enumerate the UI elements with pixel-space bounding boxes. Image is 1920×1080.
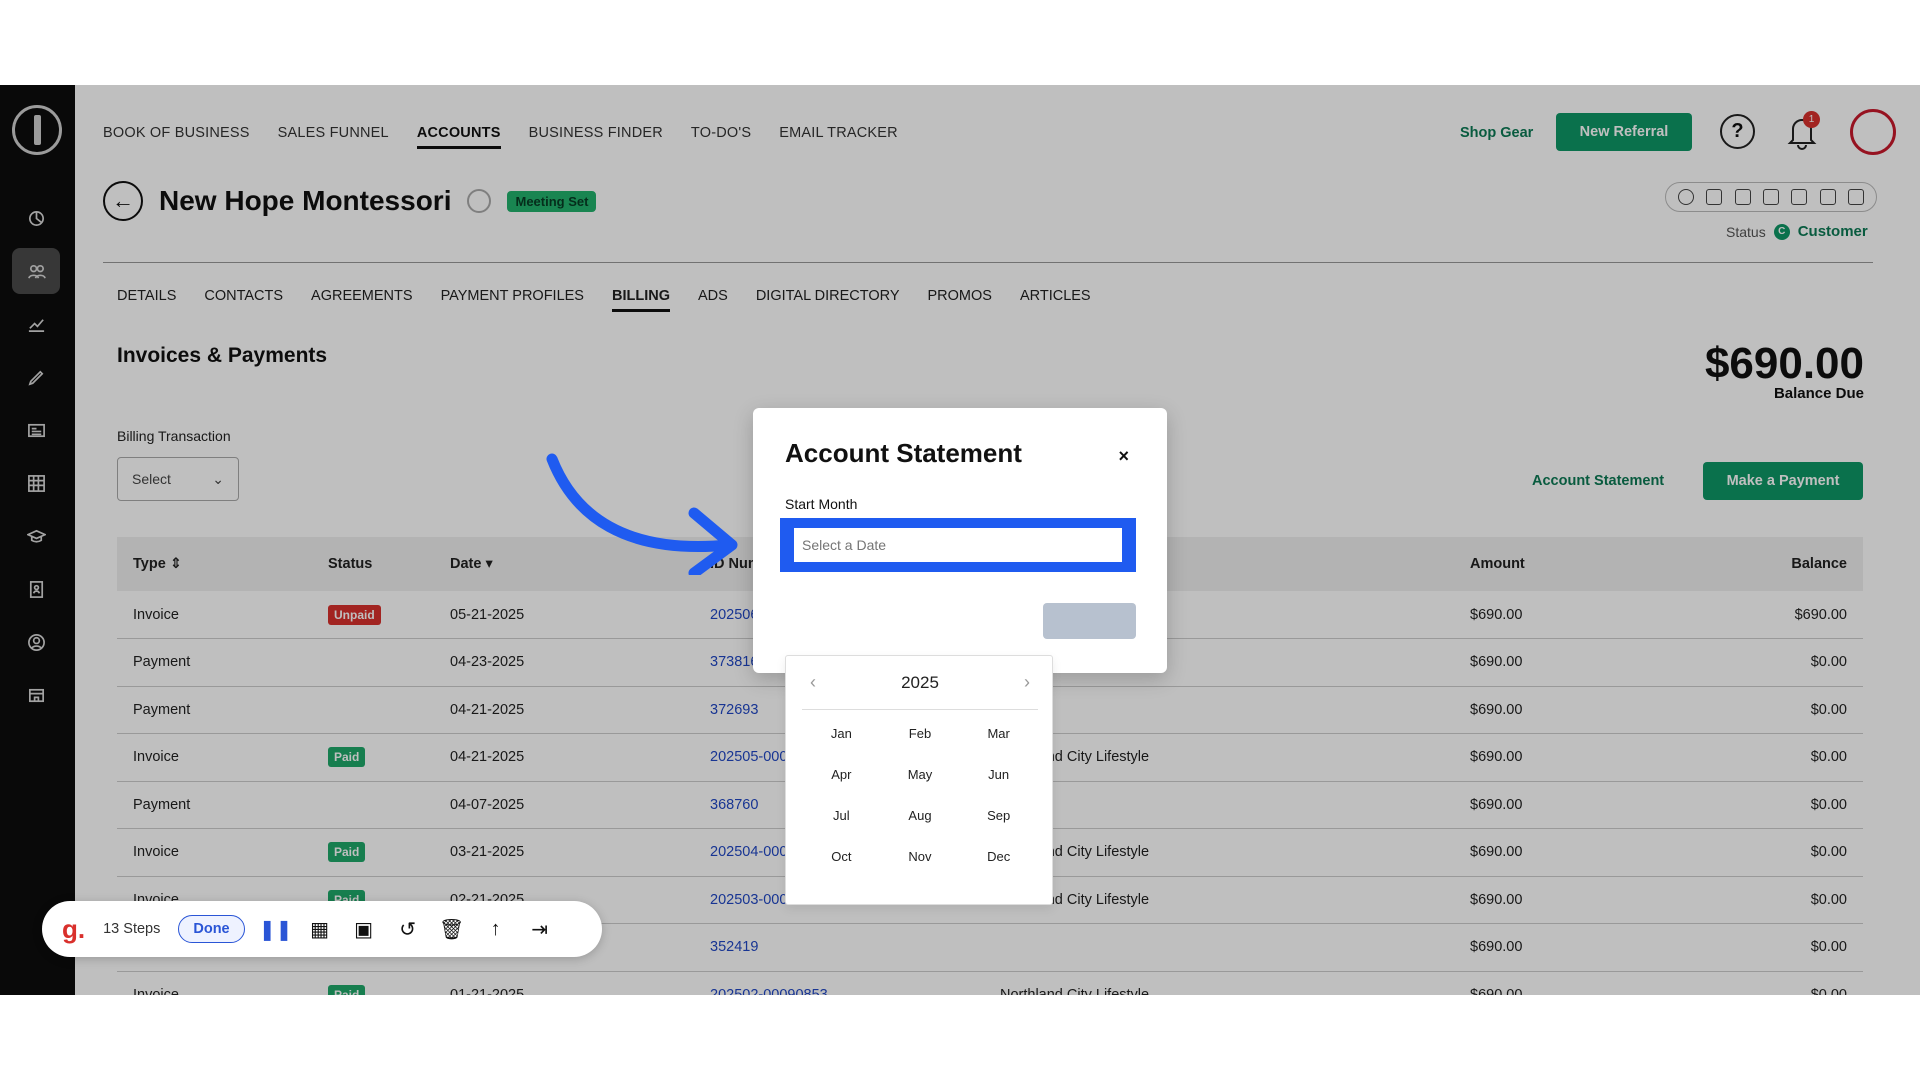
chevron-right-icon[interactable]: › bbox=[1016, 672, 1038, 693]
month-dec[interactable]: Dec bbox=[959, 849, 1038, 870]
close-icon[interactable]: × bbox=[1118, 446, 1129, 467]
month-mar[interactable]: Mar bbox=[959, 726, 1038, 747]
recorder-toolbar: g. 13 Steps Done ❚❚ ▦ ▣ ↺ 🗑 ↑ ⇥ bbox=[42, 901, 602, 957]
month-may[interactable]: May bbox=[881, 767, 960, 788]
app-frame: BOOK OF BUSINESS SALES FUNNEL ACCOUNTS B… bbox=[0, 85, 1920, 995]
tutorial-arrow-icon bbox=[546, 453, 738, 575]
upload-arrow-icon[interactable]: ↑ bbox=[483, 916, 509, 942]
month-picker: ‹ 2025 › Jan Feb Mar Apr May Jun Jul Aug… bbox=[785, 655, 1053, 905]
start-month-input[interactable] bbox=[794, 528, 1122, 562]
month-jun[interactable]: Jun bbox=[959, 767, 1038, 788]
skip-end-icon[interactable]: ⇥ bbox=[527, 916, 553, 942]
month-apr[interactable]: Apr bbox=[802, 767, 881, 788]
submit-button[interactable] bbox=[1043, 603, 1136, 639]
picker-year[interactable]: 2025 bbox=[901, 673, 939, 693]
month-picker-header: ‹ 2025 › bbox=[802, 656, 1038, 710]
recorder-logo: g. bbox=[62, 913, 86, 944]
month-jul[interactable]: Jul bbox=[802, 808, 881, 829]
modal-title: Account Statement bbox=[785, 438, 1022, 468]
undo-icon[interactable]: ↺ bbox=[395, 916, 421, 942]
pause-icon[interactable]: ❚❚ bbox=[259, 916, 293, 942]
month-aug[interactable]: Aug bbox=[881, 808, 960, 829]
month-nov[interactable]: Nov bbox=[881, 849, 960, 870]
month-oct[interactable]: Oct bbox=[802, 849, 881, 870]
start-month-label: Start Month bbox=[785, 496, 858, 512]
chevron-left-icon[interactable]: ‹ bbox=[802, 672, 824, 693]
image-icon[interactable]: ▣ bbox=[351, 916, 377, 942]
trash-icon[interactable]: 🗑 bbox=[439, 916, 465, 942]
blur-icon[interactable]: ▦ bbox=[307, 916, 333, 942]
month-jan[interactable]: Jan bbox=[802, 726, 881, 747]
account-statement-modal: Account Statement × Start Month bbox=[753, 408, 1167, 673]
recorder-done-button[interactable]: Done bbox=[178, 915, 245, 943]
month-sep[interactable]: Sep bbox=[959, 808, 1038, 829]
date-input-highlight bbox=[780, 518, 1136, 572]
month-grid: Jan Feb Mar Apr May Jun Jul Aug Sep Oct … bbox=[802, 726, 1038, 870]
recorder-steps: 13 Steps bbox=[103, 921, 161, 937]
month-feb[interactable]: Feb bbox=[881, 726, 960, 747]
